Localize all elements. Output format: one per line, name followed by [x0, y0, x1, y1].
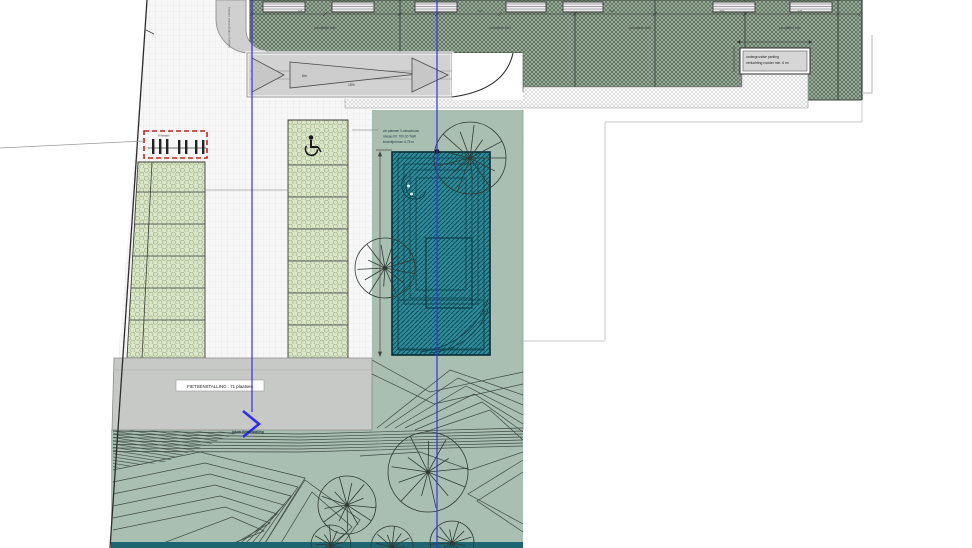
building-note-line-3: kroonlijst max: 6.75 m	[383, 140, 414, 144]
note-line-2: verluchting rooster min. 6 m²	[746, 61, 790, 65]
paver-strip-left	[127, 162, 205, 358]
skylight	[415, 2, 457, 12]
dimension-text: 500	[610, 9, 615, 13]
note-line-1: ondergrondse parking	[746, 55, 779, 59]
private-garden-label: privatieve tuin	[780, 26, 801, 30]
dimension-text: 275	[798, 9, 803, 13]
private-garden-label: privatieve tuin	[490, 26, 511, 30]
dimension-text: 500	[720, 9, 725, 13]
paver-strip-right	[288, 120, 348, 358]
site-plan-canvas: 275 500 500 500 275 privatieve tuin priv…	[0, 0, 972, 548]
building-note-line-2: niveau 00: 700.00 TAW	[383, 135, 416, 139]
dimension-text: 500	[478, 9, 483, 13]
ramp-slope-label: 15%	[348, 83, 355, 87]
skylight	[332, 2, 374, 12]
skylight	[563, 2, 603, 12]
access-road-label: toegang ondergrondse parking	[227, 7, 231, 48]
building-note-line-1: zie plannen 0-nieuwbouw	[383, 129, 420, 133]
skylight	[506, 2, 546, 12]
road-white-corner	[452, 53, 523, 100]
site-plan-viewport: 275 500 500 500 275 privatieve tuin priv…	[0, 0, 972, 548]
ramp-width-label: 6m	[302, 74, 307, 78]
bike-storage-label: FIETSENSTALLING : 71 plaatsen	[187, 384, 253, 389]
bike-rack-zone: 8 fietsen	[144, 131, 207, 158]
survey-line	[0, 141, 144, 148]
bike-rack-count-label: 8 fietsen	[158, 134, 170, 138]
right-wall-step	[862, 35, 872, 93]
neighbour-parcel-lines	[523, 100, 862, 341]
bike-storage-strip: FIETSENSTALLING : 71 plaatsen	[112, 358, 372, 430]
skylight	[790, 2, 832, 12]
private-garden-label: privatieve tuin	[630, 26, 651, 30]
entrance-label: inkom fietsenstalling	[232, 430, 264, 434]
private-garden-label: privatieve tuin	[315, 26, 336, 30]
dimension-text: 275	[298, 9, 303, 13]
